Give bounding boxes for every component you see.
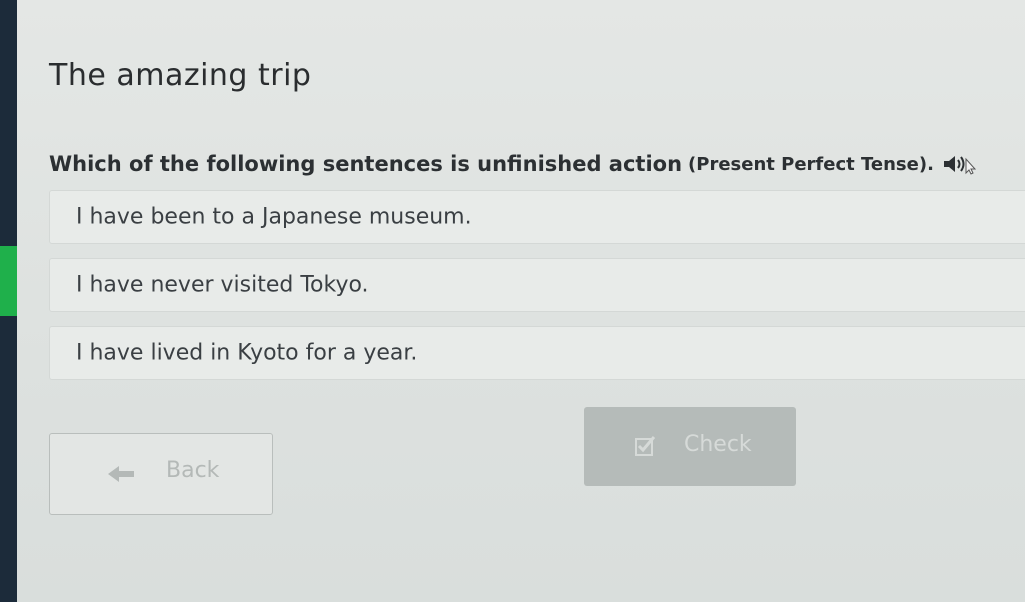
back-button-label: Back xyxy=(166,458,220,483)
page-title: The amazing trip xyxy=(49,58,312,93)
check-button-label: Check xyxy=(684,432,752,457)
question-text: Which of the following sentences is unfi… xyxy=(49,152,683,176)
question-prompt: Which of the following sentences is unfi… xyxy=(49,152,977,176)
back-button[interactable]: Back xyxy=(49,433,273,515)
answer-option-1[interactable]: I have been to a Japanese museum. xyxy=(49,190,1025,244)
lesson-screen: The amazing trip Which of the following … xyxy=(0,0,1025,602)
left-sidebar-strip xyxy=(0,0,17,602)
question-hint: (Present Perfect Tense). xyxy=(688,153,934,175)
answer-option-label: I have lived in Kyoto for a year. xyxy=(76,340,418,366)
answer-option-3[interactable]: I have lived in Kyoto for a year. xyxy=(49,326,1025,380)
answer-option-label: I have never visited Tokyo. xyxy=(76,272,369,298)
check-button[interactable]: Check xyxy=(584,407,796,486)
arrow-left-icon xyxy=(108,464,134,484)
answer-option-label: I have been to a Japanese museum. xyxy=(76,204,472,230)
speaker-icon[interactable] xyxy=(942,153,977,175)
answer-option-2[interactable]: I have never visited Tokyo. xyxy=(49,258,1025,312)
checkbox-icon xyxy=(634,435,656,457)
progress-marker xyxy=(0,246,17,316)
